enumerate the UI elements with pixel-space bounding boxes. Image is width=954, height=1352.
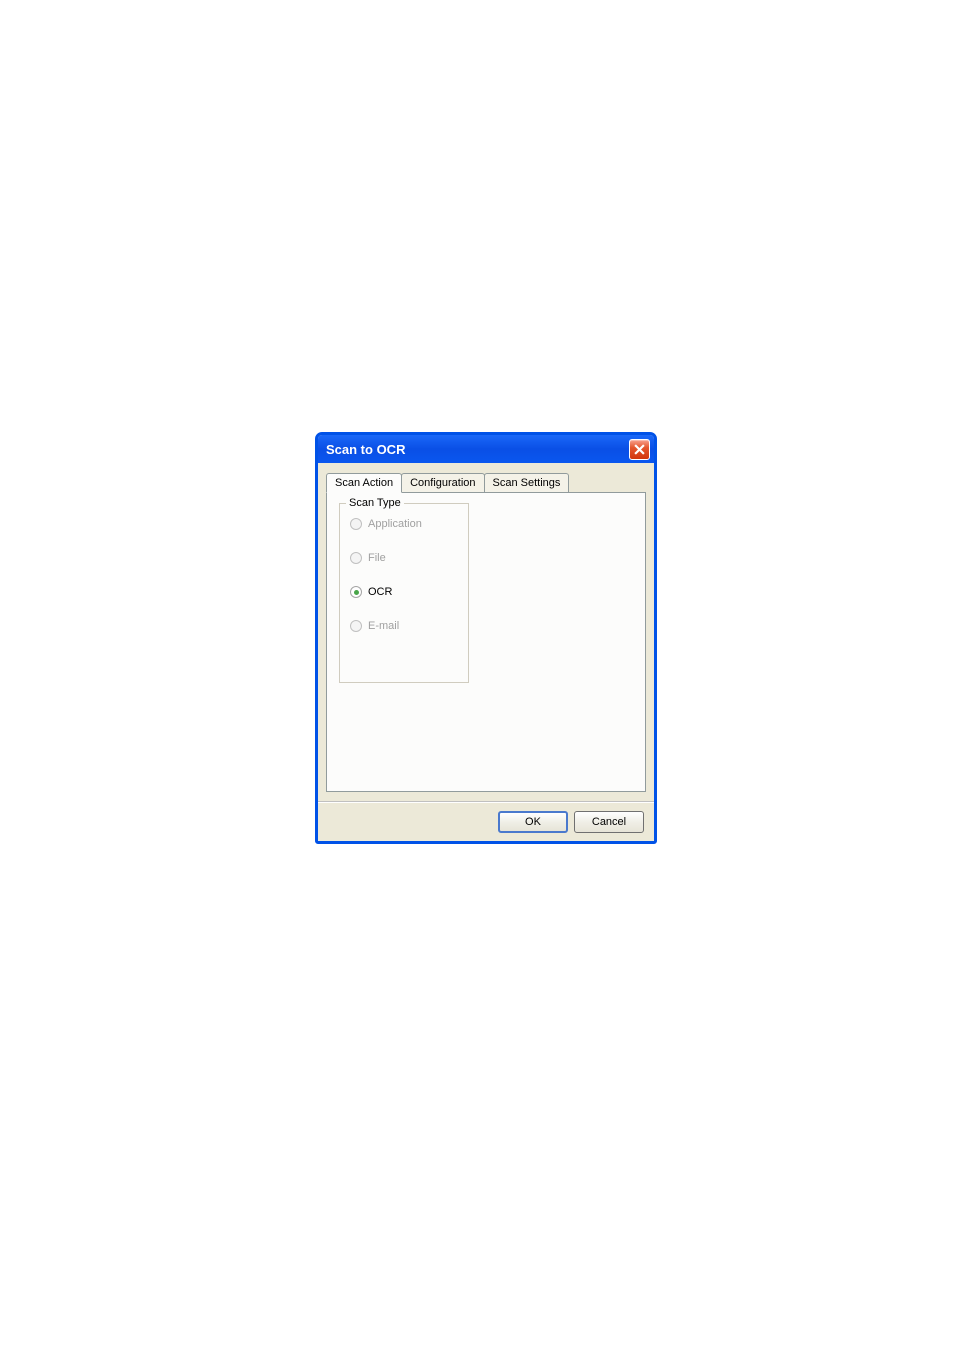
radio-label-ocr: OCR — [368, 586, 392, 598]
close-icon — [634, 444, 645, 455]
radio-icon — [350, 552, 362, 564]
radio-file: File — [350, 552, 458, 564]
radio-icon — [350, 586, 362, 598]
tab-scan-action[interactable]: Scan Action — [326, 473, 402, 493]
radio-icon — [350, 518, 362, 530]
radio-label-email: E-mail — [368, 620, 399, 632]
radio-label-application: Application — [368, 518, 422, 530]
tab-panel: Scan Type Application File OCR — [326, 492, 646, 792]
dialog-title: Scan to OCR — [326, 442, 405, 457]
tab-strip: Scan Action Configuration Scan Settings — [326, 473, 646, 492]
button-bar: OK Cancel — [318, 802, 654, 841]
tab-configuration[interactable]: Configuration — [401, 473, 484, 492]
radio-icon — [350, 620, 362, 632]
cancel-button[interactable]: Cancel — [574, 811, 644, 833]
radio-email: E-mail — [350, 620, 458, 632]
scan-to-ocr-dialog: Scan to OCR Scan Action Configuration Sc… — [315, 432, 657, 844]
radio-label-file: File — [368, 552, 386, 564]
dialog-body: Scan Action Configuration Scan Settings … — [318, 463, 654, 802]
close-button[interactable] — [629, 439, 650, 460]
radio-group: Application File OCR E-mail — [340, 504, 468, 646]
tab-scan-settings[interactable]: Scan Settings — [484, 473, 570, 492]
radio-ocr[interactable]: OCR — [350, 586, 458, 598]
radio-application: Application — [350, 518, 458, 530]
ok-button[interactable]: OK — [498, 811, 568, 833]
scan-type-fieldset: Scan Type Application File OCR — [339, 503, 469, 683]
fieldset-legend: Scan Type — [346, 497, 404, 509]
titlebar[interactable]: Scan to OCR — [318, 435, 654, 463]
